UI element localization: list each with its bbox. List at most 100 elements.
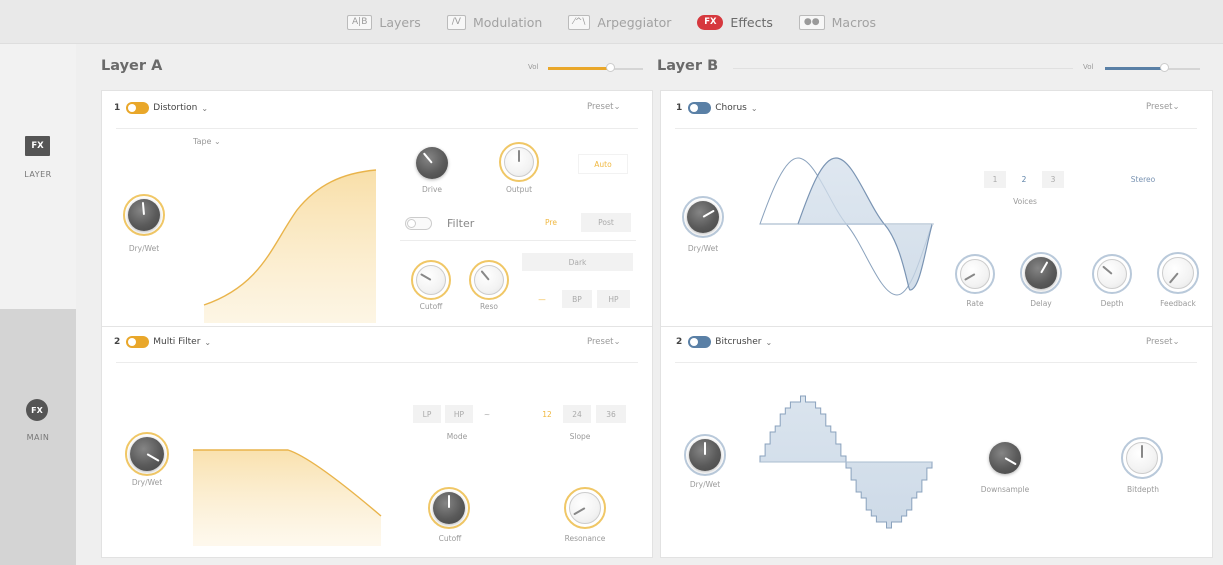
tab-macros-label: Macros bbox=[831, 14, 876, 30]
chevron-down-icon[interactable]: ⌄ bbox=[765, 338, 772, 347]
chorus-selector[interactable]: Chorus bbox=[715, 103, 747, 113]
multifilter-preset-dropdown[interactable]: Preset⌄ bbox=[587, 337, 621, 347]
top-navigation: A|B Layers /V Modulation ⁄^\ Arpeggiator… bbox=[0, 0, 1223, 44]
sidebar-layer-fx[interactable]: FX LAYER bbox=[0, 44, 76, 309]
chorus-rate-label: Rate bbox=[966, 299, 984, 308]
distortion-filter-label: Filter bbox=[447, 217, 475, 230]
distortion-curve-display bbox=[203, 169, 377, 323]
effects-window: A|B Layers /V Modulation ⁄^\ Arpeggiator… bbox=[0, 0, 1223, 565]
multifilter-enable-toggle[interactable] bbox=[126, 336, 150, 348]
filter-reso-label: Reso bbox=[480, 302, 498, 311]
filter-post-button[interactable]: Post bbox=[581, 213, 631, 232]
voices-label: Voices bbox=[1013, 197, 1037, 206]
tab-modulation[interactable]: /V Modulation bbox=[446, 7, 543, 37]
bitcrusher-bitdepth-knob[interactable] bbox=[1126, 442, 1158, 474]
effects-icon: FX bbox=[697, 14, 724, 30]
tab-layers[interactable]: A|B Layers bbox=[347, 7, 421, 37]
layer-b-title: Layer B bbox=[657, 58, 719, 74]
bitcrusher-downsample-knob[interactable] bbox=[989, 442, 1021, 474]
fx-sidebar: FX LAYER FX MAIN bbox=[0, 44, 76, 565]
mode-label: Mode bbox=[446, 432, 468, 441]
slot-distortion-header: 1 Distortion ⌄ bbox=[114, 97, 208, 119]
distortion-drywet-knob[interactable] bbox=[128, 199, 160, 231]
bitcrusher-drywet-knob[interactable] bbox=[689, 439, 721, 471]
filter-pre-button[interactable]: Pre bbox=[536, 213, 566, 232]
bitcrusher-waveform-display bbox=[759, 395, 933, 529]
filter-dark-button[interactable]: Dark bbox=[522, 253, 633, 271]
layer-a-title: Layer A bbox=[101, 58, 163, 74]
distortion-mode-dropdown[interactable]: Tape ⌄ bbox=[193, 137, 221, 146]
chorus-drywet-knob[interactable] bbox=[687, 201, 719, 233]
filter-type-hp-button[interactable]: HP bbox=[597, 290, 630, 308]
slot-number: 2 bbox=[114, 337, 121, 347]
slot-multifilter-header: 2 Multi Filter ⌄ bbox=[114, 331, 211, 353]
slot-number: 1 bbox=[114, 103, 121, 113]
chevron-down-icon[interactable]: ⌄ bbox=[204, 338, 211, 347]
filter-cutoff-knob[interactable] bbox=[416, 265, 446, 295]
main-fx-icon: FX bbox=[26, 399, 48, 421]
tab-modulation-label: Modulation bbox=[472, 14, 543, 30]
voices-3-button[interactable]: 3 bbox=[1042, 171, 1064, 188]
tab-effects-label: Effects bbox=[730, 14, 773, 30]
multifilter-resonance-knob[interactable] bbox=[569, 492, 601, 524]
bitcrusher-enable-toggle[interactable] bbox=[688, 336, 712, 348]
tab-effects[interactable]: FX Effects bbox=[697, 7, 773, 37]
distortion-output-knob[interactable] bbox=[504, 147, 534, 177]
chorus-feedback-label: Feedback bbox=[1160, 299, 1196, 308]
layers-icon: A|B bbox=[347, 14, 373, 30]
distortion-selector[interactable]: Distortion bbox=[153, 103, 197, 113]
modulation-icon: /V bbox=[446, 14, 466, 30]
chorus-delay-knob[interactable] bbox=[1025, 257, 1057, 289]
chorus-preset-dropdown[interactable]: Preset⌄ bbox=[1146, 102, 1180, 112]
tab-macros[interactable]: ●● Macros bbox=[798, 7, 876, 37]
tab-layers-label: Layers bbox=[379, 14, 421, 30]
mode-hp-button[interactable]: HP bbox=[445, 405, 473, 423]
chorus-feedback-knob[interactable] bbox=[1162, 257, 1194, 289]
slope-36-button[interactable]: 36 bbox=[596, 405, 626, 423]
bitcrusher-bitdepth-label: Bitdepth bbox=[1127, 485, 1159, 494]
stereo-button[interactable]: Stereo bbox=[1113, 171, 1173, 188]
filter-reso-knob[interactable] bbox=[474, 265, 504, 295]
bitcrusher-selector[interactable]: Bitcrusher bbox=[715, 337, 761, 347]
multifilter-drywet-label: Dry/Wet bbox=[131, 478, 163, 487]
chorus-enable-toggle[interactable] bbox=[688, 102, 712, 114]
chorus-rate-knob[interactable] bbox=[960, 259, 990, 289]
layer-b-volume-thumb[interactable] bbox=[1160, 63, 1169, 72]
arpeggiator-icon: ⁄^\ bbox=[568, 14, 591, 30]
distortion-drive-knob[interactable] bbox=[416, 147, 448, 179]
chevron-down-icon: ⌄ bbox=[613, 337, 621, 347]
layer-fx-icon: FX bbox=[25, 136, 50, 156]
sidebar-main-fx[interactable]: FX MAIN bbox=[0, 309, 76, 565]
slot-bitcrusher-header: 2 Bitcrusher ⌄ bbox=[676, 331, 772, 353]
slope-12-button[interactable]: 12 bbox=[535, 405, 559, 423]
chevron-down-icon[interactable]: ⌄ bbox=[751, 104, 758, 113]
chevron-down-icon: ⌄ bbox=[214, 137, 221, 146]
distortion-drywet-label: Dry/Wet bbox=[128, 244, 160, 253]
chevron-down-icon: ⌄ bbox=[613, 102, 621, 112]
multifilter-drywet-knob[interactable] bbox=[130, 437, 164, 471]
distortion-auto-button[interactable]: Auto bbox=[578, 154, 628, 174]
chevron-down-icon[interactable]: ⌄ bbox=[201, 104, 208, 113]
bitcrusher-downsample-label: Downsample bbox=[980, 485, 1030, 494]
chevron-down-icon: ⌄ bbox=[1172, 337, 1180, 347]
distortion-enable-toggle[interactable] bbox=[126, 102, 150, 114]
layer-a-volume-thumb[interactable] bbox=[606, 63, 615, 72]
multifilter-selector[interactable]: Multi Filter bbox=[153, 337, 200, 347]
mode-other-button[interactable]: ~ bbox=[477, 405, 497, 423]
chorus-depth-knob[interactable] bbox=[1097, 259, 1127, 289]
tab-arpeggiator[interactable]: ⁄^\ Arpeggiator bbox=[568, 7, 671, 37]
voices-2-button[interactable]: 2 bbox=[1013, 171, 1035, 188]
slope-24-button[interactable]: 24 bbox=[563, 405, 591, 423]
mode-lp-button[interactable]: LP bbox=[413, 405, 441, 423]
chorus-waveform-display bbox=[759, 157, 934, 296]
distortion-output-label: Output bbox=[505, 185, 533, 194]
filter-type-bp-button[interactable]: BP bbox=[562, 290, 592, 308]
slope-label: Slope bbox=[569, 432, 591, 441]
filter-type-lp-button[interactable]: — bbox=[527, 290, 557, 308]
distortion-filter-toggle[interactable] bbox=[405, 217, 432, 230]
multifilter-cutoff-knob[interactable] bbox=[433, 492, 465, 524]
distortion-preset-dropdown[interactable]: Preset⌄ bbox=[587, 102, 621, 112]
chorus-drywet-label: Dry/Wet bbox=[687, 244, 719, 253]
bitcrusher-preset-dropdown[interactable]: Preset⌄ bbox=[1146, 337, 1180, 347]
voices-1-button[interactable]: 1 bbox=[984, 171, 1006, 188]
